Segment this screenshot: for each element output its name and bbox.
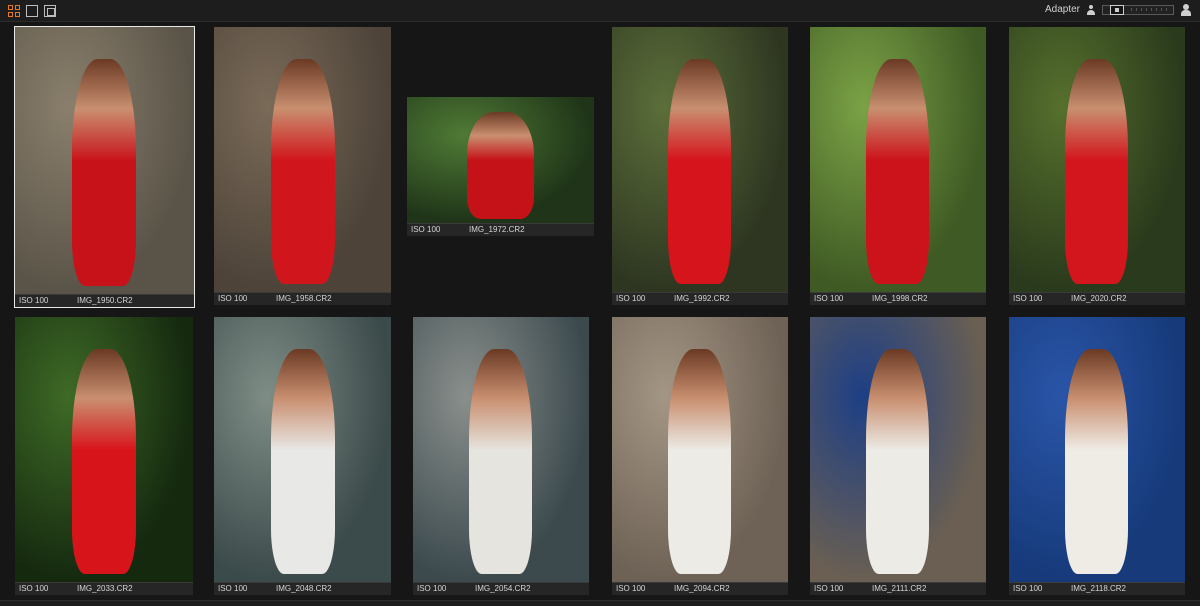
thumbnail-caption: ISO 100 IMG_2033.CR2 bbox=[15, 582, 193, 595]
slider-ticks bbox=[1131, 7, 1171, 11]
iso-value: ISO 100 bbox=[19, 296, 49, 305]
file-name: IMG_1992.CR2 bbox=[674, 294, 730, 303]
iso-value: ISO 100 bbox=[218, 294, 248, 303]
thumbnail-caption: ISO 100 IMG_1950.CR2 bbox=[15, 294, 194, 307]
status-bar bbox=[0, 600, 1200, 606]
user-large-icon bbox=[1180, 3, 1192, 16]
subject-figure bbox=[271, 349, 335, 574]
thumbnail-caption: ISO 100 IMG_2118.CR2 bbox=[1009, 582, 1185, 595]
photo-preview[interactable] bbox=[214, 27, 391, 292]
file-name: IMG_2111.CR2 bbox=[872, 584, 927, 593]
photo-preview[interactable] bbox=[1009, 317, 1185, 582]
thumbnail-7[interactable]: ISO 100 IMG_2033.CR2 bbox=[15, 317, 193, 595]
slider-handle[interactable] bbox=[1110, 4, 1124, 15]
iso-value: ISO 100 bbox=[1013, 584, 1043, 593]
iso-value: ISO 100 bbox=[411, 225, 441, 234]
file-name: IMG_1958.CR2 bbox=[276, 294, 332, 303]
thumbnail-caption: ISO 100 IMG_2054.CR2 bbox=[413, 582, 589, 595]
iso-value: ISO 100 bbox=[19, 584, 49, 593]
toolbar: Adapter bbox=[0, 0, 1200, 22]
iso-value: ISO 100 bbox=[616, 294, 646, 303]
file-name: IMG_2118.CR2 bbox=[1071, 584, 1126, 593]
subject-figure bbox=[72, 349, 136, 574]
thumbnail-10[interactable]: ISO 100 IMG_2094.CR2 bbox=[612, 317, 788, 595]
photo-preview[interactable] bbox=[15, 27, 194, 294]
user-small-icon bbox=[1086, 4, 1096, 16]
subject-figure bbox=[1065, 349, 1128, 574]
adapter-label[interactable]: Adapter bbox=[1045, 4, 1080, 15]
single-view-icon[interactable] bbox=[26, 5, 38, 17]
toolbar-right: Adapter bbox=[1045, 3, 1192, 16]
thumbnail-caption: ISO 100 IMG_1958.CR2 bbox=[214, 292, 391, 305]
thumbnail-caption: ISO 100 IMG_1972.CR2 bbox=[407, 223, 594, 236]
thumbnail-5[interactable]: ISO 100 IMG_1998.CR2 bbox=[810, 27, 986, 305]
thumbnail-grid: ISO 100 IMG_1950.CR2 ISO 100 IMG_1958.CR2 IS… bbox=[0, 22, 1200, 600]
file-name: IMG_2094.CR2 bbox=[674, 584, 730, 593]
file-name: IMG_2048.CR2 bbox=[276, 584, 332, 593]
photo-preview[interactable] bbox=[214, 317, 391, 582]
thumbnail-12[interactable]: ISO 100 IMG_2118.CR2 bbox=[1009, 317, 1185, 595]
thumbnail-caption: ISO 100 IMG_1998.CR2 bbox=[810, 292, 986, 305]
iso-value: ISO 100 bbox=[218, 584, 248, 593]
subject-figure bbox=[467, 112, 534, 219]
thumbnail-3[interactable]: ISO 100 IMG_1972.CR2 bbox=[407, 97, 594, 236]
thumbnail-caption: ISO 100 IMG_2094.CR2 bbox=[612, 582, 788, 595]
thumbnail-caption: ISO 100 IMG_1992.CR2 bbox=[612, 292, 788, 305]
file-name: IMG_1998.CR2 bbox=[872, 294, 928, 303]
thumbnail-6[interactable]: ISO 100 IMG_2020.CR2 bbox=[1009, 27, 1185, 305]
subject-figure bbox=[866, 59, 929, 284]
photo-preview[interactable] bbox=[612, 27, 788, 292]
subject-figure bbox=[72, 59, 136, 286]
subject-figure bbox=[469, 349, 532, 574]
file-name: IMG_1950.CR2 bbox=[77, 296, 133, 305]
thumbnail-caption: ISO 100 IMG_2020.CR2 bbox=[1009, 292, 1185, 305]
iso-value: ISO 100 bbox=[814, 584, 844, 593]
iso-value: ISO 100 bbox=[616, 584, 646, 593]
thumbnail-11[interactable]: ISO 100 IMG_2111.CR2 bbox=[810, 317, 986, 595]
thumbnail-8[interactable]: ISO 100 IMG_2048.CR2 bbox=[214, 317, 391, 595]
subject-figure bbox=[668, 349, 731, 574]
photo-preview[interactable] bbox=[810, 317, 986, 582]
photo-preview[interactable] bbox=[612, 317, 788, 582]
thumbnail-caption: ISO 100 IMG_2111.CR2 bbox=[810, 582, 986, 595]
photo-preview[interactable] bbox=[413, 317, 589, 582]
thumbnail-9[interactable]: ISO 100 IMG_2054.CR2 bbox=[413, 317, 589, 595]
subject-figure bbox=[866, 349, 929, 574]
grid-view-icon[interactable] bbox=[8, 5, 20, 17]
subject-figure bbox=[668, 59, 731, 284]
thumbnail-4[interactable]: ISO 100 IMG_1992.CR2 bbox=[612, 27, 788, 305]
photo-preview[interactable] bbox=[1009, 27, 1185, 292]
file-name: IMG_2054.CR2 bbox=[475, 584, 531, 593]
thumbnail-2[interactable]: ISO 100 IMG_1958.CR2 bbox=[214, 27, 391, 305]
thumbnail-size-slider[interactable] bbox=[1102, 4, 1174, 15]
iso-value: ISO 100 bbox=[814, 294, 844, 303]
photo-preview[interactable] bbox=[15, 317, 193, 582]
file-name: IMG_2033.CR2 bbox=[77, 584, 133, 593]
thumbnail-1[interactable]: ISO 100 IMG_1950.CR2 bbox=[14, 26, 195, 308]
subject-figure bbox=[271, 59, 335, 284]
photo-preview[interactable] bbox=[810, 27, 986, 292]
file-name: IMG_2020.CR2 bbox=[1071, 294, 1127, 303]
thumbnail-caption: ISO 100 IMG_2048.CR2 bbox=[214, 582, 391, 595]
photo-preview[interactable] bbox=[407, 97, 594, 223]
iso-value: ISO 100 bbox=[417, 584, 447, 593]
compare-view-icon[interactable] bbox=[44, 5, 56, 17]
iso-value: ISO 100 bbox=[1013, 294, 1043, 303]
view-mode-switcher bbox=[8, 5, 56, 17]
file-name: IMG_1972.CR2 bbox=[469, 225, 525, 234]
subject-figure bbox=[1065, 59, 1128, 284]
